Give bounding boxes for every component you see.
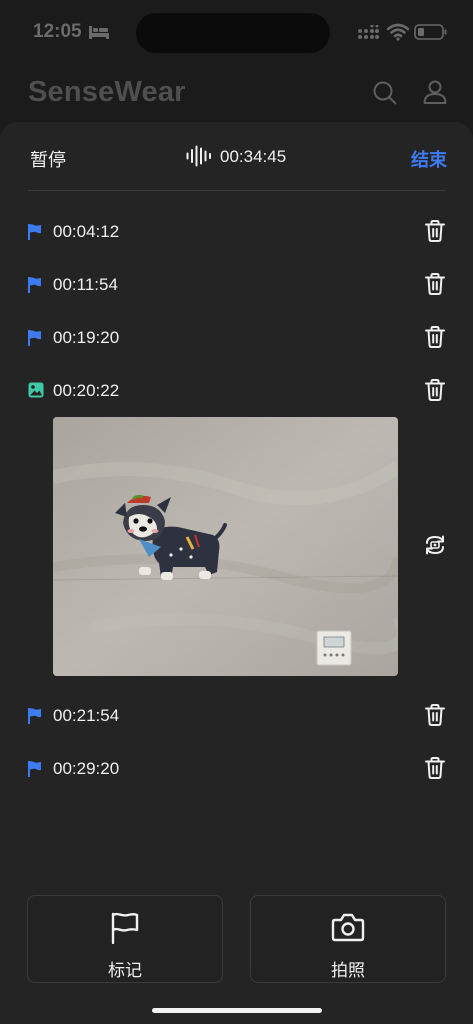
pause-button[interactable]: 暂停 <box>30 146 66 172</box>
app-title: SenseWear <box>28 76 186 108</box>
recording-bar: 暂停 00:34:45 结束 <box>0 122 473 190</box>
timeline-entry-photo[interactable]: 00:20:22 <box>0 371 473 411</box>
flag-icon <box>111 912 139 944</box>
flag-icon <box>28 761 41 777</box>
signal-icon <box>358 25 379 39</box>
search-icon[interactable] <box>372 80 398 106</box>
entry-time: 00:21:54 <box>53 706 120 725</box>
trash-icon[interactable] <box>425 757 445 779</box>
image-icon <box>28 382 44 398</box>
entry-time: 00:20:22 <box>53 381 120 400</box>
mark-label: 标记 <box>108 961 142 980</box>
timeline-entry[interactable]: 00:11:54 <box>0 265 473 305</box>
entry-time: 00:19:20 <box>53 328 120 347</box>
camera-icon <box>331 913 365 942</box>
dynamic-island <box>136 13 330 53</box>
trash-icon[interactable] <box>425 326 445 348</box>
timeline-entry[interactable]: 00:04:12 <box>0 212 473 252</box>
recording-timer: 00:34:45 <box>220 147 287 166</box>
trash-icon[interactable] <box>425 379 445 401</box>
wifi-icon <box>387 23 409 41</box>
take-photo-button[interactable]: 拍照 <box>250 895 446 983</box>
trash-icon[interactable] <box>425 220 445 242</box>
user-icon[interactable] <box>422 79 448 105</box>
recording-sheet: 暂停 00:34:45 结束 00:04:12 00:11:54 00:19:2… <box>0 122 473 1024</box>
entry-time: 00:29:20 <box>53 759 120 778</box>
waveform-icon <box>186 145 211 167</box>
bed-icon <box>89 26 109 39</box>
flag-icon <box>28 330 41 346</box>
timeline-entry[interactable]: 00:21:54 <box>0 696 473 736</box>
timeline-entry[interactable]: 00:19:20 <box>0 318 473 358</box>
end-button[interactable]: 结束 <box>411 146 447 172</box>
photo-thumbnail[interactable] <box>53 417 398 676</box>
battery-icon <box>414 24 447 40</box>
home-indicator[interactable] <box>152 1008 322 1013</box>
flag-icon <box>28 224 41 240</box>
entry-time: 00:04:12 <box>53 222 120 241</box>
photo-label: 拍照 <box>331 961 365 980</box>
flag-icon <box>28 708 41 724</box>
status-bar: 12:05 <box>0 0 473 64</box>
trash-icon[interactable] <box>425 273 445 295</box>
timeline-entry[interactable]: 00:29:20 <box>0 749 473 789</box>
status-time: 12:05 <box>33 21 82 42</box>
app-header: SenseWear <box>0 64 473 122</box>
rotate-icon[interactable] <box>424 535 446 555</box>
entry-time: 00:11:54 <box>53 275 118 294</box>
mark-button[interactable]: 标记 <box>27 895 223 983</box>
trash-icon[interactable] <box>425 704 445 726</box>
divider <box>28 190 445 191</box>
flag-icon <box>28 277 41 293</box>
